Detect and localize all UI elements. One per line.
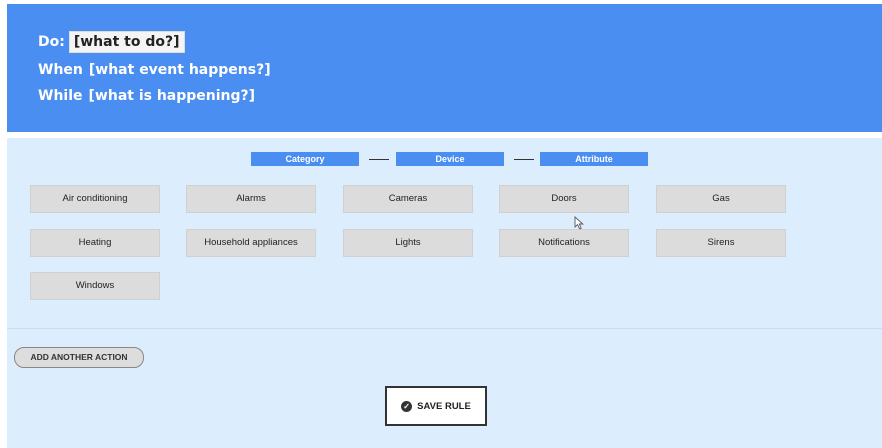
add-another-action-button[interactable]: ADD ANOTHER ACTION	[14, 347, 144, 368]
category-tile[interactable]: Gas	[656, 185, 786, 213]
category-tile[interactable]: Windows	[30, 272, 160, 300]
when-label: When	[38, 62, 83, 78]
rule-header: Do: [what to do?] When [what event happens…	[7, 4, 882, 132]
section-divider	[7, 328, 882, 329]
step-connector	[369, 159, 389, 160]
save-rule-label: SAVE RULE	[417, 400, 471, 412]
category-tile[interactable]: Household appliances	[186, 229, 316, 257]
do-label: Do:	[38, 34, 65, 50]
mouse-pointer-icon	[574, 216, 584, 230]
rule-while-line: While [what is happening?]	[38, 88, 255, 104]
check-circle-icon: ✓	[401, 400, 413, 412]
category-tile[interactable]: Air conditioning	[30, 185, 160, 213]
category-tile[interactable]: Heating	[30, 229, 160, 257]
step-attribute[interactable]: Attribute	[540, 152, 648, 166]
step-category[interactable]: Category	[251, 152, 359, 166]
category-tile[interactable]: Lights	[343, 229, 473, 257]
step-device[interactable]: Device	[396, 152, 504, 166]
category-tile[interactable]: Notifications	[499, 229, 629, 257]
category-tile[interactable]: Doors	[499, 185, 629, 213]
do-slot[interactable]: [what to do?]	[68, 31, 185, 53]
save-rule-button[interactable]: ✓ SAVE RULE	[385, 386, 487, 426]
rule-when-line: When [what event happens?]	[38, 62, 271, 78]
while-slot[interactable]: [what is happening?]	[89, 88, 256, 104]
rule-editor-panel: Category Device Attribute Air conditioni…	[7, 138, 882, 448]
when-slot[interactable]: [what event happens?]	[89, 62, 271, 78]
category-tile[interactable]: Alarms	[186, 185, 316, 213]
category-tile[interactable]: Sirens	[656, 229, 786, 257]
step-connector	[514, 159, 534, 160]
category-tile[interactable]: Cameras	[343, 185, 473, 213]
rule-do-line: Do: [what to do?]	[38, 31, 185, 53]
while-label: While	[38, 88, 83, 104]
